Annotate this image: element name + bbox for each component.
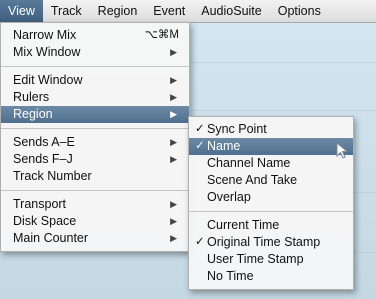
- menu-separator: [1, 128, 189, 129]
- menu-item-label: Narrow Mix: [13, 28, 77, 42]
- menu-item-narrow-mix[interactable]: Narrow Mix ⌥⌘M: [1, 27, 189, 44]
- menu-item-sends-f-j[interactable]: Sends F–J ▶: [1, 151, 189, 168]
- submenu-item-label: Original Time Stamp: [207, 235, 321, 249]
- submenu-item-user-time-stamp[interactable]: User Time Stamp: [189, 251, 353, 268]
- menu-bar: View Track Region Event AudioSuite Optio…: [0, 0, 376, 23]
- menu-item-main-counter[interactable]: Main Counter ▶: [1, 230, 189, 247]
- menu-event[interactable]: Event: [145, 0, 193, 22]
- menu-item-region[interactable]: Region ▶: [1, 106, 189, 123]
- menu-item-track-number[interactable]: Track Number: [1, 168, 189, 185]
- menu-view[interactable]: View: [0, 0, 43, 22]
- menu-item-label: Edit Window: [13, 73, 83, 87]
- submenu-arrow-icon: ▶: [170, 137, 177, 147]
- menu-item-edit-window[interactable]: Edit Window ▶: [1, 72, 189, 89]
- menu-item-label: Track Number: [13, 169, 92, 183]
- submenu-item-no-time[interactable]: No Time: [189, 268, 353, 285]
- check-icon: ✓: [195, 123, 205, 135]
- menu-item-sends-a-e[interactable]: Sends A–E ▶: [1, 134, 189, 151]
- menu-separator: [189, 211, 353, 212]
- view-menu-dropdown: Narrow Mix ⌥⌘M Mix Window ▶ Edit Window …: [0, 22, 190, 252]
- shortcut-label: ⌥⌘M: [144, 29, 179, 41]
- menu-item-label: Main Counter: [13, 231, 89, 245]
- submenu-item-overlap[interactable]: Overlap: [189, 189, 353, 206]
- submenu-item-label: User Time Stamp: [207, 252, 304, 266]
- submenu-item-label: Name: [207, 139, 241, 153]
- submenu-arrow-icon: ▶: [170, 92, 177, 102]
- menu-separator: [1, 66, 189, 67]
- mouse-pointer-icon: [336, 142, 349, 159]
- menu-item-label: Rulers: [13, 90, 50, 104]
- submenu-arrow-icon: ▶: [170, 109, 177, 119]
- menu-item-transport[interactable]: Transport ▶: [1, 196, 189, 213]
- check-icon: ✓: [195, 236, 205, 248]
- submenu-item-sync-point[interactable]: ✓ Sync Point: [189, 121, 353, 138]
- submenu-item-label: No Time: [207, 269, 254, 283]
- submenu-arrow-icon: ▶: [170, 75, 177, 85]
- menu-item-label: Transport: [13, 197, 67, 211]
- menu-item-disk-space[interactable]: Disk Space ▶: [1, 213, 189, 230]
- menu-track[interactable]: Track: [43, 0, 90, 22]
- menu-separator: [1, 190, 189, 191]
- menu-audiosuite[interactable]: AudioSuite: [193, 0, 269, 22]
- submenu-item-label: Scene And Take: [207, 173, 298, 187]
- submenu-arrow-icon: ▶: [170, 233, 177, 243]
- submenu-item-current-time[interactable]: Current Time: [189, 217, 353, 234]
- submenu-arrow-icon: ▶: [170, 154, 177, 164]
- submenu-item-channel-name[interactable]: Channel Name: [189, 155, 353, 172]
- menu-item-label: Disk Space: [13, 214, 77, 228]
- menu-item-label: Sends F–J: [13, 152, 73, 166]
- submenu-item-scene-and-take[interactable]: Scene And Take: [189, 172, 353, 189]
- menu-item-label: Sends A–E: [13, 135, 75, 149]
- menu-options[interactable]: Options: [270, 0, 329, 22]
- submenu-arrow-icon: ▶: [170, 47, 177, 57]
- submenu-item-label: Sync Point: [207, 122, 267, 136]
- submenu-item-label: Channel Name: [207, 156, 291, 170]
- submenu-item-name[interactable]: ✓ Name: [189, 138, 353, 155]
- menu-item-mix-window[interactable]: Mix Window ▶: [1, 44, 189, 61]
- menu-item-label: Mix Window: [13, 45, 81, 59]
- menu-item-label: Region: [13, 107, 53, 121]
- submenu-item-original-time-stamp[interactable]: ✓ Original Time Stamp: [189, 234, 353, 251]
- submenu-arrow-icon: ▶: [170, 216, 177, 226]
- submenu-item-label: Current Time: [207, 218, 280, 232]
- menu-region[interactable]: Region: [90, 0, 146, 22]
- region-submenu: ✓ Sync Point ✓ Name Channel Name Scene A…: [188, 116, 354, 290]
- submenu-arrow-icon: ▶: [170, 199, 177, 209]
- check-icon: ✓: [195, 140, 205, 152]
- menu-item-rulers[interactable]: Rulers ▶: [1, 89, 189, 106]
- submenu-item-label: Overlap: [207, 190, 251, 204]
